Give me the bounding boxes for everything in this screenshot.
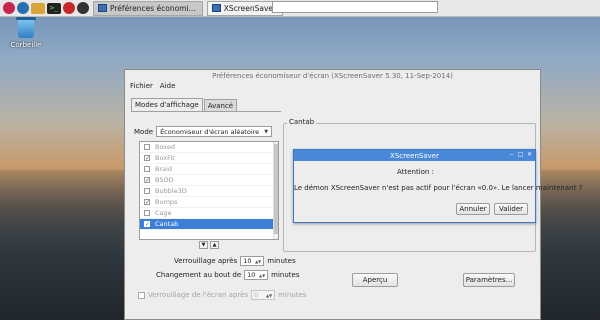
spin-arrows-icon: ▲▼: [255, 258, 262, 264]
dialog-heading: Attention :: [397, 168, 434, 176]
mode-label: Mode: [134, 127, 154, 136]
web-browser-icon[interactable]: [17, 2, 29, 14]
mode-row: Mode Économiseur d'écran aléatoire ▼: [134, 126, 273, 137]
lock-after-value: 10: [243, 257, 252, 265]
lock-after-row: Verrouillage après 10 ▲▼ minutes: [174, 256, 296, 266]
minutes-label: minutes: [271, 271, 300, 279]
window-icon: [98, 4, 107, 12]
list-item[interactable]: ✓ BSOD: [140, 175, 278, 186]
spin-arrows-icon: ▲▼: [259, 272, 266, 278]
list-item-label: BSOD: [155, 176, 174, 184]
mode-value: Économiseur d'écran aléatoire: [160, 127, 260, 136]
list-item-label: Braid: [155, 165, 173, 173]
settings-button[interactable]: Paramètres...: [463, 273, 515, 287]
preview-button[interactable]: Aperçu: [352, 273, 398, 287]
checkbox[interactable]: [144, 188, 150, 194]
lock-after-spinner[interactable]: 10 ▲▼: [240, 256, 265, 266]
mathematica-icon[interactable]: [63, 2, 75, 14]
tab-bar: Modes d'affichage Avancé: [131, 98, 238, 111]
prev-mode-button[interactable]: ▲: [210, 241, 219, 249]
dialog-message: Le démon XScreenSaver n'est pas actif po…: [294, 184, 583, 192]
list-item[interactable]: Cage: [140, 208, 278, 219]
lock-after-label: Verrouillage après: [174, 257, 238, 265]
task-label: Préférences économi...: [110, 3, 196, 13]
checkbox[interactable]: ✓: [144, 199, 150, 206]
task-preferences[interactable]: Préférences économi...: [93, 0, 203, 16]
list-item-label: Boxed: [155, 143, 176, 151]
maximize-icon[interactable]: □: [517, 151, 524, 158]
trash-icon: [16, 17, 36, 38]
tab-advanced[interactable]: Avancé: [203, 99, 238, 111]
spin-arrows-icon: ▲▼: [265, 292, 273, 298]
list-item[interactable]: Boxed: [140, 142, 278, 153]
lock-screen-value: 0: [254, 291, 259, 299]
mode-select[interactable]: Économiseur d'écran aléatoire ▼: [156, 126, 273, 137]
menu-file[interactable]: Fichier: [130, 82, 153, 90]
minutes-label: minutes: [267, 257, 296, 265]
preview-group-title: Cantab: [287, 118, 317, 126]
menu-help[interactable]: Aide: [160, 82, 175, 90]
list-item-label: Cage: [155, 209, 172, 217]
task-label: XScreenSaver: [223, 3, 277, 13]
taskbar-empty-field: [272, 1, 438, 13]
chevron-down-icon: ▼: [201, 242, 206, 248]
lock-screen-checkbox[interactable]: [138, 291, 145, 299]
checkbox[interactable]: [144, 166, 150, 172]
scrollbar-thumb[interactable]: [274, 144, 278, 234]
list-scrollbar[interactable]: [273, 142, 278, 239]
minutes-label: minutes: [278, 291, 307, 299]
terminal-icon[interactable]: >_: [47, 2, 61, 14]
trash-desktop-item[interactable]: Corbeille: [8, 17, 44, 49]
list-item-label: Bubble3D: [155, 187, 187, 195]
window-icon: [211, 4, 221, 12]
file-manager-icon[interactable]: [31, 2, 45, 14]
change-after-label: Changement au bout de: [156, 271, 242, 279]
window-controls: ‒ □ ✕: [508, 151, 533, 158]
lock-screen-spinner[interactable]: 0 ▲▼: [251, 290, 276, 300]
checkbox[interactable]: [144, 210, 150, 216]
change-after-spinner[interactable]: 10 ▲▼: [244, 270, 269, 280]
checkbox[interactable]: ✓: [144, 177, 150, 184]
checkbox[interactable]: ✓: [144, 155, 150, 162]
chevron-down-icon: ▼: [264, 128, 269, 135]
chevron-up-icon: ▲: [212, 242, 217, 248]
next-mode-button[interactable]: ▼: [199, 241, 208, 249]
list-item-label: Cantab: [155, 220, 179, 228]
change-after-row: Changement au bout de 10 ▲▼ minutes: [156, 270, 300, 280]
menubar: Fichier Aide: [125, 81, 540, 91]
list-item[interactable]: Braid: [140, 164, 278, 175]
list-item-selected[interactable]: ✓ Cantab: [140, 219, 278, 230]
dialog-title: XScreenSaver: [390, 151, 439, 160]
screensaver-list: Boxed ✓ BoxFit Braid ✓ BSOD Bubble3D ✓ Bump…: [139, 141, 279, 240]
minimize-icon[interactable]: ‒: [508, 151, 515, 158]
close-icon[interactable]: ✕: [526, 151, 533, 158]
list-item-label: Bumps: [155, 198, 178, 206]
change-after-value: 10: [247, 271, 256, 279]
raspberry-menu-icon[interactable]: [3, 2, 15, 14]
lock-screen-label: Verrouillage de l'écran après: [148, 291, 249, 299]
list-item-label: BoxFit: [155, 154, 175, 162]
tab-display-modes[interactable]: Modes d'affichage: [131, 98, 203, 111]
ok-button[interactable]: Valider: [494, 203, 528, 215]
dialog-titlebar: XScreenSaver ‒ □ ✕: [294, 150, 535, 161]
list-nav: ▼ ▲: [199, 241, 219, 249]
xscreensaver-dialog: XScreenSaver ‒ □ ✕ Attention : Le démon …: [293, 149, 583, 223]
trash-label: Corbeille: [10, 41, 42, 49]
lock-screen-row: Verrouillage de l'écran après 0 ▲▼ minut…: [138, 290, 306, 300]
checkbox[interactable]: ✓: [144, 221, 150, 228]
list-item[interactable]: Bubble3D: [140, 186, 278, 197]
wolfram-icon[interactable]: [77, 2, 89, 14]
window-title: Préférences économiseur d'écran (XScreen…: [212, 71, 453, 80]
checkbox[interactable]: [144, 144, 150, 150]
cancel-button[interactable]: Annuler: [456, 203, 490, 215]
list-item[interactable]: ✓ Bumps: [140, 197, 278, 208]
list-item[interactable]: ✓ BoxFit: [140, 153, 278, 164]
